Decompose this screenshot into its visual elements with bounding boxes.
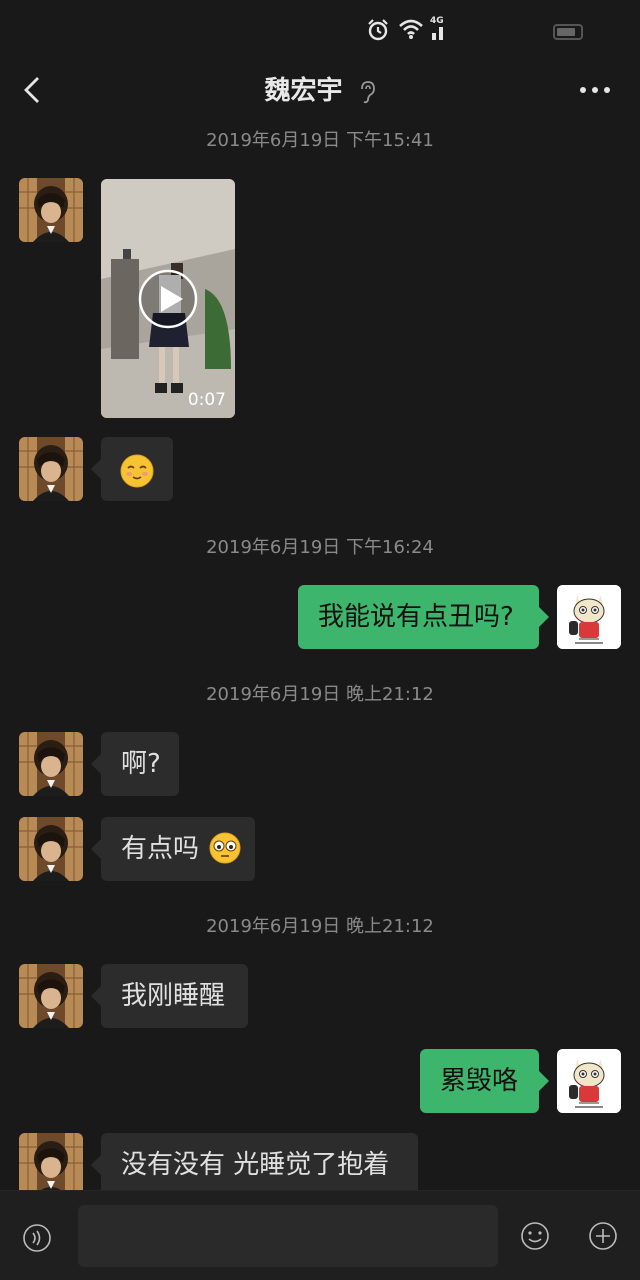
battery-icon [553,24,583,40]
cat-avatar-image [557,1049,621,1113]
wifi-icon [399,19,423,39]
received-message[interactable]: 我刚睡醒 [91,964,248,1028]
received-message[interactable]: 有点吗 [91,817,255,881]
video-duration: 0:07 [187,390,226,410]
avatar[interactable] [19,178,83,242]
cat-avatar-image [557,585,621,649]
timestamp: 2019年6月19日 下午16:24 [206,537,434,558]
received-message[interactable]: 没有没有 光睡觉了抱着 [91,1133,418,1197]
avatar[interactable] [19,437,83,501]
video-message[interactable]: 0:07 [101,179,235,418]
chat-title-wrap: 魏宏宇 [0,70,640,107]
message-input[interactable] [78,1205,498,1267]
input-bar [0,1190,640,1280]
received-message[interactable]: 啊? [91,732,179,796]
voice-icon[interactable] [22,1223,52,1253]
alarm-icon [368,19,388,41]
emoji-message[interactable] [91,437,173,501]
timestamp: 2019年6月19日 晚上21:12 [206,684,434,705]
avatar-image [19,732,83,796]
sent-message[interactable]: 累毁咯 [420,1049,549,1113]
flushed-emoji-icon [209,832,241,863]
play-icon[interactable] [137,268,199,330]
my-avatar[interactable] [557,1049,621,1113]
timestamp: 2019年6月19日 晚上21:12 [206,916,434,937]
avatar-image [19,817,83,881]
message-text: 有点吗 [121,834,200,864]
ear-icon [360,80,375,103]
avatar[interactable] [19,1133,83,1197]
timestamp: 2019年6月19日 下午15:41 [206,130,434,151]
chat-title: 魏宏宇 [264,76,343,106]
network-label: 4G [430,16,444,26]
emoji-icon[interactable] [520,1221,550,1251]
avatar-image [19,437,83,501]
avatar[interactable] [19,964,83,1028]
avatar-image [19,1133,83,1197]
more-dots-icon[interactable] [576,78,616,102]
sent-message[interactable]: 我能说有点丑吗? [298,585,549,649]
avatar-image [19,178,83,242]
my-avatar[interactable] [557,585,621,649]
status-bar: 4G [0,0,640,60]
avatar[interactable] [19,732,83,796]
avatar[interactable] [19,817,83,881]
avatar-image [19,964,83,1028]
chat-header: 魏宏宇 [0,60,640,120]
cellular-4g-icon: 4G [430,16,448,42]
plus-icon[interactable] [588,1221,618,1251]
shy-smile-emoji-icon [120,454,154,488]
